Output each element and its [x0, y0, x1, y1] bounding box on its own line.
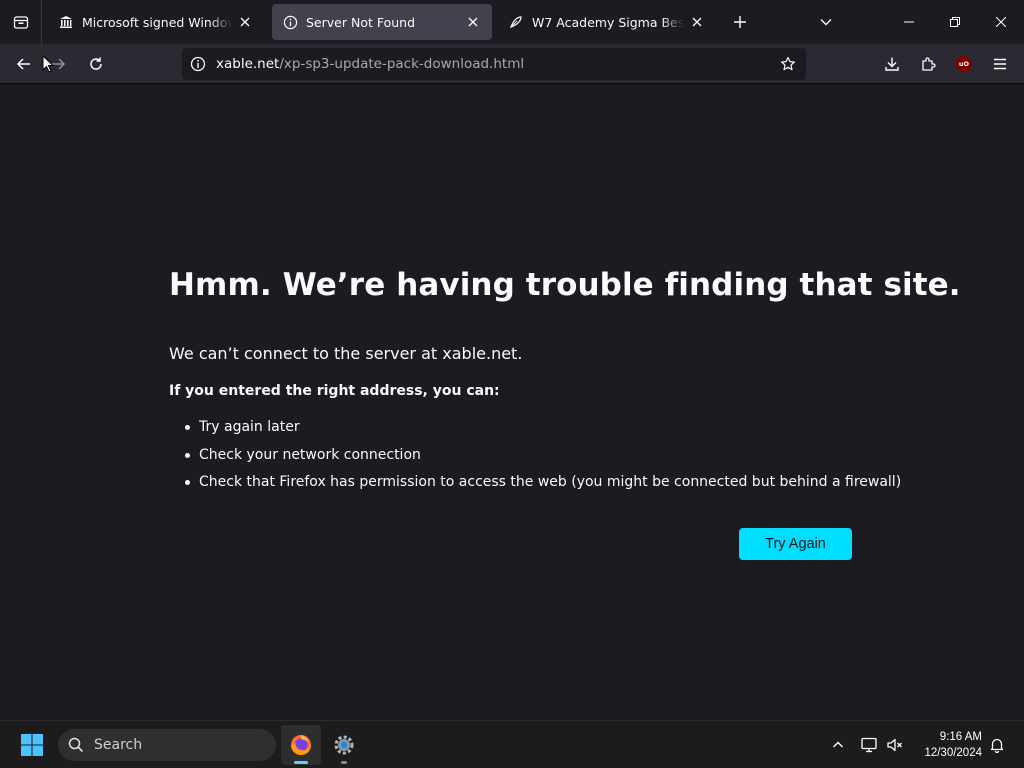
close-window-button[interactable]	[978, 0, 1024, 44]
extensions-button[interactable]	[912, 48, 944, 80]
ublock-shield-icon: uO	[956, 56, 972, 72]
list-item: Check your network connection	[169, 446, 901, 474]
ublock-origin-button[interactable]: uO	[948, 48, 980, 80]
network-status-button[interactable]	[857, 731, 883, 759]
back-button[interactable]	[8, 48, 40, 80]
downloads-button[interactable]	[876, 48, 908, 80]
reload-icon	[90, 57, 102, 70]
error-lead-text: If you entered the right address, you ca…	[169, 383, 500, 399]
chevron-down-icon	[820, 19, 832, 26]
running-indicator	[341, 761, 347, 764]
firefox-view-button[interactable]	[0, 0, 42, 44]
start-button[interactable]	[12, 727, 52, 763]
list-all-tabs-button[interactable]	[812, 8, 840, 36]
close-icon[interactable]	[688, 13, 706, 31]
suggestions-list: Try again later Check your network conne…	[169, 418, 901, 501]
error-page-content: Hmm. We’re having trouble finding that s…	[0, 84, 1024, 720]
close-icon	[996, 17, 1006, 27]
taskbar-firefox[interactable]	[281, 725, 321, 765]
feather-icon	[508, 14, 524, 30]
windows-taskbar: Search 9:16 AM 12/30/2024	[0, 720, 1024, 768]
mouse-cursor-icon	[42, 55, 54, 73]
tab-label: Server Not Found	[306, 14, 416, 30]
url-bar[interactable]: xable.net/xp-sp3-update-pack-download.ht…	[182, 48, 806, 80]
hamburger-menu-icon	[994, 58, 1006, 70]
firefox-view-icon	[13, 16, 28, 29]
chevron-up-icon	[833, 741, 843, 748]
running-indicator	[294, 761, 308, 764]
url-path: /xp-sp3-update-pack-download.html	[279, 56, 525, 72]
notifications-button[interactable]	[984, 731, 1010, 759]
puzzle-icon	[922, 57, 936, 71]
bookmark-star-icon[interactable]	[776, 52, 800, 76]
reload-button[interactable]	[80, 48, 112, 80]
clock-time: 9:16 AM	[939, 731, 982, 743]
tab-microsoft-signed[interactable]: Microsoft signed Windows XP ™	[48, 4, 264, 40]
plus-icon	[734, 16, 746, 28]
new-tab-button[interactable]	[726, 8, 754, 36]
volume-button[interactable]	[882, 731, 908, 759]
close-icon[interactable]	[464, 13, 482, 31]
navigation-toolbar: xable.net/xp-sp3-update-pack-download.ht…	[0, 44, 1024, 84]
minimize-icon	[904, 21, 914, 23]
app-menu-button[interactable]	[984, 48, 1016, 80]
monitor-icon	[861, 737, 877, 753]
bell-icon	[990, 738, 1004, 753]
clock-date: 12/30/2024	[924, 747, 982, 759]
arrow-left-icon	[16, 58, 30, 70]
error-subtitle: We can’t connect to the server at xable.…	[169, 344, 523, 363]
taskbar-search-box[interactable]: Search	[58, 729, 276, 761]
system-clock[interactable]: 9:16 AM 12/30/2024	[912, 729, 982, 761]
list-item: Check that Firefox has permission to acc…	[169, 473, 901, 501]
tab-server-not-found[interactable]: Server Not Found	[272, 4, 492, 40]
restore-icon	[950, 17, 960, 27]
url-host: xable.net	[216, 56, 280, 72]
close-icon[interactable]	[236, 13, 254, 31]
firefox-icon	[291, 735, 311, 755]
tab-label: W7 Academy Sigma Best of Bing	[532, 14, 684, 30]
speaker-muted-icon	[887, 738, 902, 752]
info-icon	[282, 14, 298, 30]
tab-label: Microsoft signed Windows XP ™	[82, 14, 232, 30]
tab-strip: Microsoft signed Windows XP ™ Server Not…	[0, 0, 1024, 44]
gear-icon	[334, 735, 354, 755]
error-title: Hmm. We’re having trouble finding that s…	[169, 267, 961, 303]
try-again-button[interactable]: Try Again	[739, 528, 852, 560]
taskbar-settings[interactable]	[324, 725, 364, 765]
tab-w7-academy[interactable]: W7 Academy Sigma Best of Bing	[498, 4, 716, 40]
site-info-icon[interactable]	[182, 48, 214, 80]
list-item: Try again later	[169, 418, 901, 446]
show-hidden-icons-button[interactable]	[825, 731, 851, 759]
download-icon	[885, 57, 899, 71]
search-label: Search	[94, 737, 143, 753]
search-icon	[68, 736, 86, 754]
restore-button[interactable]	[932, 0, 978, 44]
minimize-button[interactable]	[886, 0, 932, 44]
institution-icon	[58, 14, 74, 30]
windows-logo-icon	[21, 734, 43, 756]
